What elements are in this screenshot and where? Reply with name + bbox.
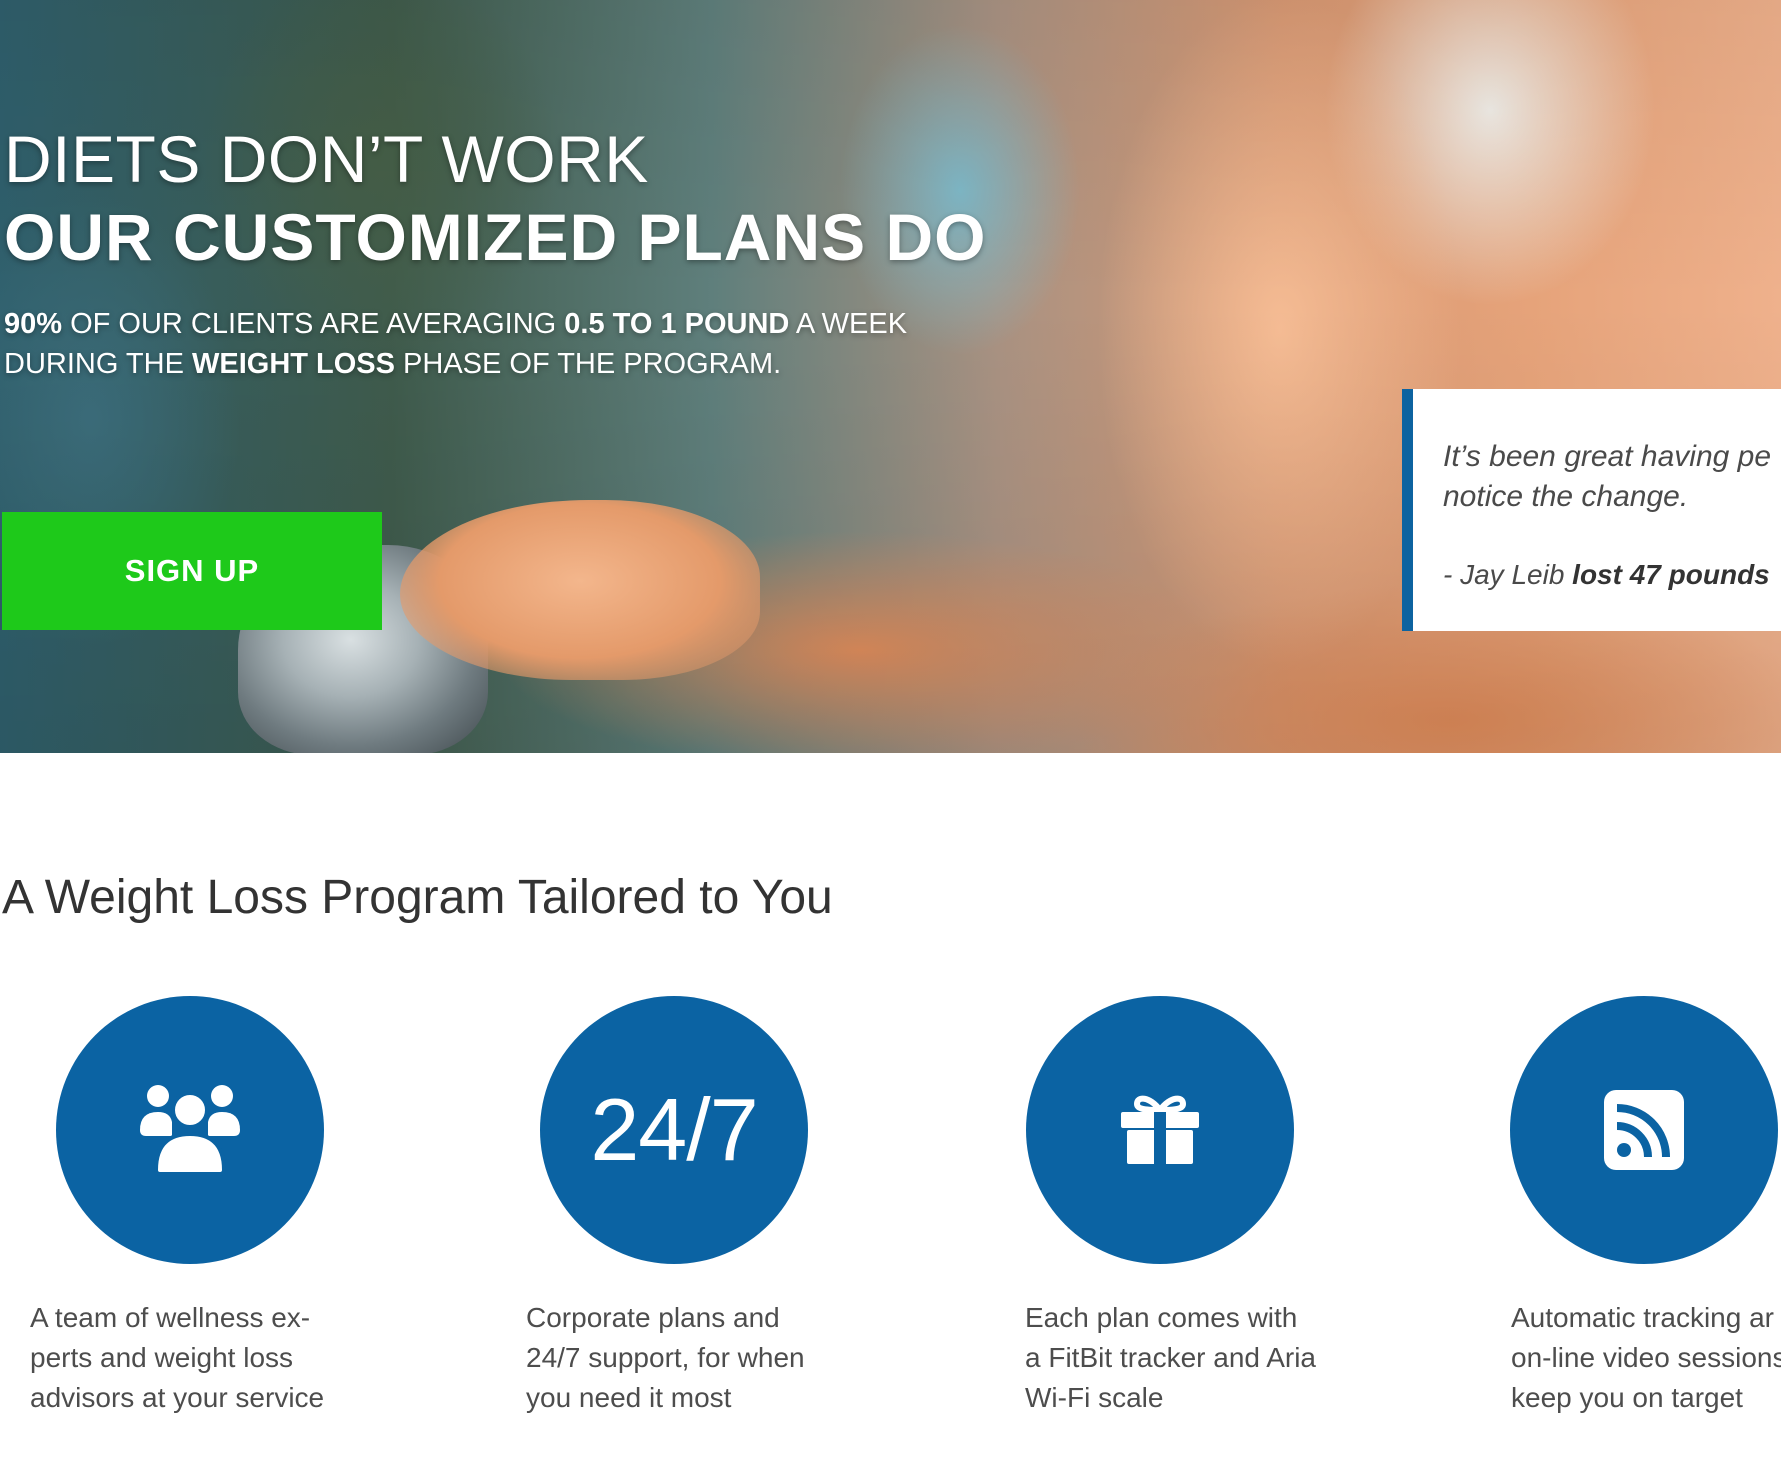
24-7-text: 24/7 [590, 1080, 758, 1179]
section-title: A Weight Loss Program Tailored to You [2, 871, 833, 924]
testimonial-quote: It’s been great having pe notice the cha… [1443, 437, 1781, 517]
feature-line: you need it most [526, 1382, 732, 1413]
testimonial-card: It’s been great having pe notice the cha… [1402, 389, 1781, 631]
quote-line: notice the change. [1443, 480, 1689, 513]
feature-circle [1026, 996, 1294, 1264]
feature-line: advisors at your service [30, 1382, 325, 1413]
testimonial-attribution: - Jay Leib lost 47 pounds [1443, 559, 1770, 591]
feature-line: a FitBit tracker and Aria [1025, 1342, 1317, 1373]
subline-text: PHASE OF THE PROGRAM. [394, 348, 782, 380]
feature-circle: 24/7 [540, 996, 808, 1264]
hand-image [400, 500, 760, 680]
feature-description: A team of wellness ex- perts and weight … [30, 1298, 430, 1418]
feature-line: Wi-Fi scale [1025, 1382, 1164, 1413]
headline-line-2: OUR CUSTOMIZED PLANS DO [4, 200, 987, 274]
feature-line: keep you on target [1511, 1382, 1743, 1413]
feature-line: perts and weight loss [30, 1342, 294, 1373]
feature-circle [56, 996, 324, 1264]
signup-button[interactable]: SIGN UP [2, 512, 382, 630]
hero-banner: DIETS DON’T WORK OUR CUSTOMIZED PLANS DO… [0, 0, 1781, 753]
users-icon [140, 1085, 240, 1176]
subline-text: DURING THE [4, 348, 192, 380]
subline-text: OF OUR CLIENTS ARE AVERAGING [62, 308, 565, 340]
feature-line: Each plan comes with [1025, 1302, 1298, 1333]
hero-text: DIETS DON’T WORK OUR CUSTOMIZED PLANS DO… [4, 120, 986, 384]
subline-stat-rate: 0.5 TO 1 POUND [564, 308, 790, 340]
subline-text: A WEEK [789, 308, 908, 340]
feature-line: on-line video sessions [1511, 1342, 1781, 1373]
feature-line: Automatic tracking ar [1511, 1302, 1774, 1333]
feature-description: Each plan comes with a FitBit tracker an… [1025, 1298, 1425, 1418]
hero-subline: 90% OF OUR CLIENTS ARE AVERAGING 0.5 TO … [4, 304, 986, 384]
subline-stat-percent: 90% [4, 308, 63, 340]
quote-line: It’s been great having pe [1443, 440, 1772, 473]
rss-icon [1604, 1090, 1684, 1170]
testimonial-author: - Jay Leib [1443, 559, 1573, 590]
subline-emphasis: WEIGHT LOSS [191, 348, 395, 380]
feature-line: Corporate plans and [526, 1302, 780, 1333]
feature-line: 24/7 support, for when [526, 1342, 805, 1373]
testimonial-result: lost 47 pounds [1572, 559, 1770, 590]
feature-line: A team of wellness ex- [30, 1302, 311, 1333]
subline-row-1: 90% OF OUR CLIENTS ARE AVERAGING 0.5 TO … [4, 304, 986, 344]
feature-description: Corporate plans and 24/7 support, for wh… [526, 1298, 926, 1418]
subline-row-2: DURING THE WEIGHT LOSS PHASE OF THE PROG… [4, 344, 986, 384]
gift-icon [1121, 1095, 1199, 1164]
headline-line-1: DIETS DON’T WORK [4, 122, 649, 196]
feature-circle [1510, 996, 1778, 1264]
feature-description: Automatic tracking ar on-line video sess… [1511, 1298, 1781, 1418]
